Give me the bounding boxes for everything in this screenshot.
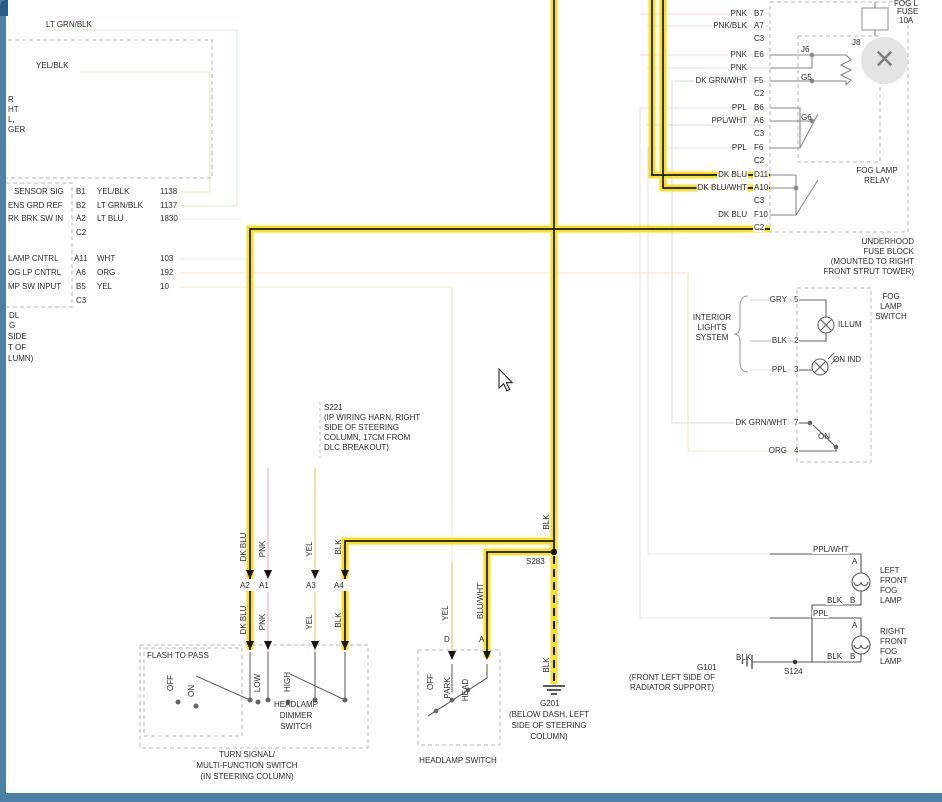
highlighted-circuit-yellow — [250, 0, 770, 684]
wire-arrowheads — [246, 570, 491, 660]
fog-lamp-switch-internals — [797, 300, 838, 451]
wiring-diagram-viewer: LT GRN/BLKYEL/BLKRHTL,GERSENSOR SIGB1YEL… — [0, 0, 942, 802]
diagram-canvas — [0, 0, 942, 802]
ground-symbol-g201 — [543, 686, 565, 694]
component-boxes — [0, 2, 908, 748]
splices-grounds-arrows — [246, 549, 565, 694]
switch-internals — [176, 652, 487, 716]
close-button[interactable]: × — [861, 37, 908, 84]
splice-dot-s283 — [551, 549, 557, 555]
window-frame-bottom — [0, 793, 942, 802]
window-frame-corner — [0, 0, 8, 16]
highlighted-circuit-core — [250, 0, 770, 684]
fuse-block-internals — [770, 2, 888, 215]
connector-stub-wires — [268, 468, 452, 652]
window-frame-left — [0, 0, 6, 802]
close-icon: × — [875, 42, 895, 76]
fog-lamp-wiring — [743, 554, 871, 669]
mouse-cursor — [499, 369, 512, 391]
interior-lights-brace — [734, 296, 748, 372]
faint-wires — [42, 30, 797, 618]
